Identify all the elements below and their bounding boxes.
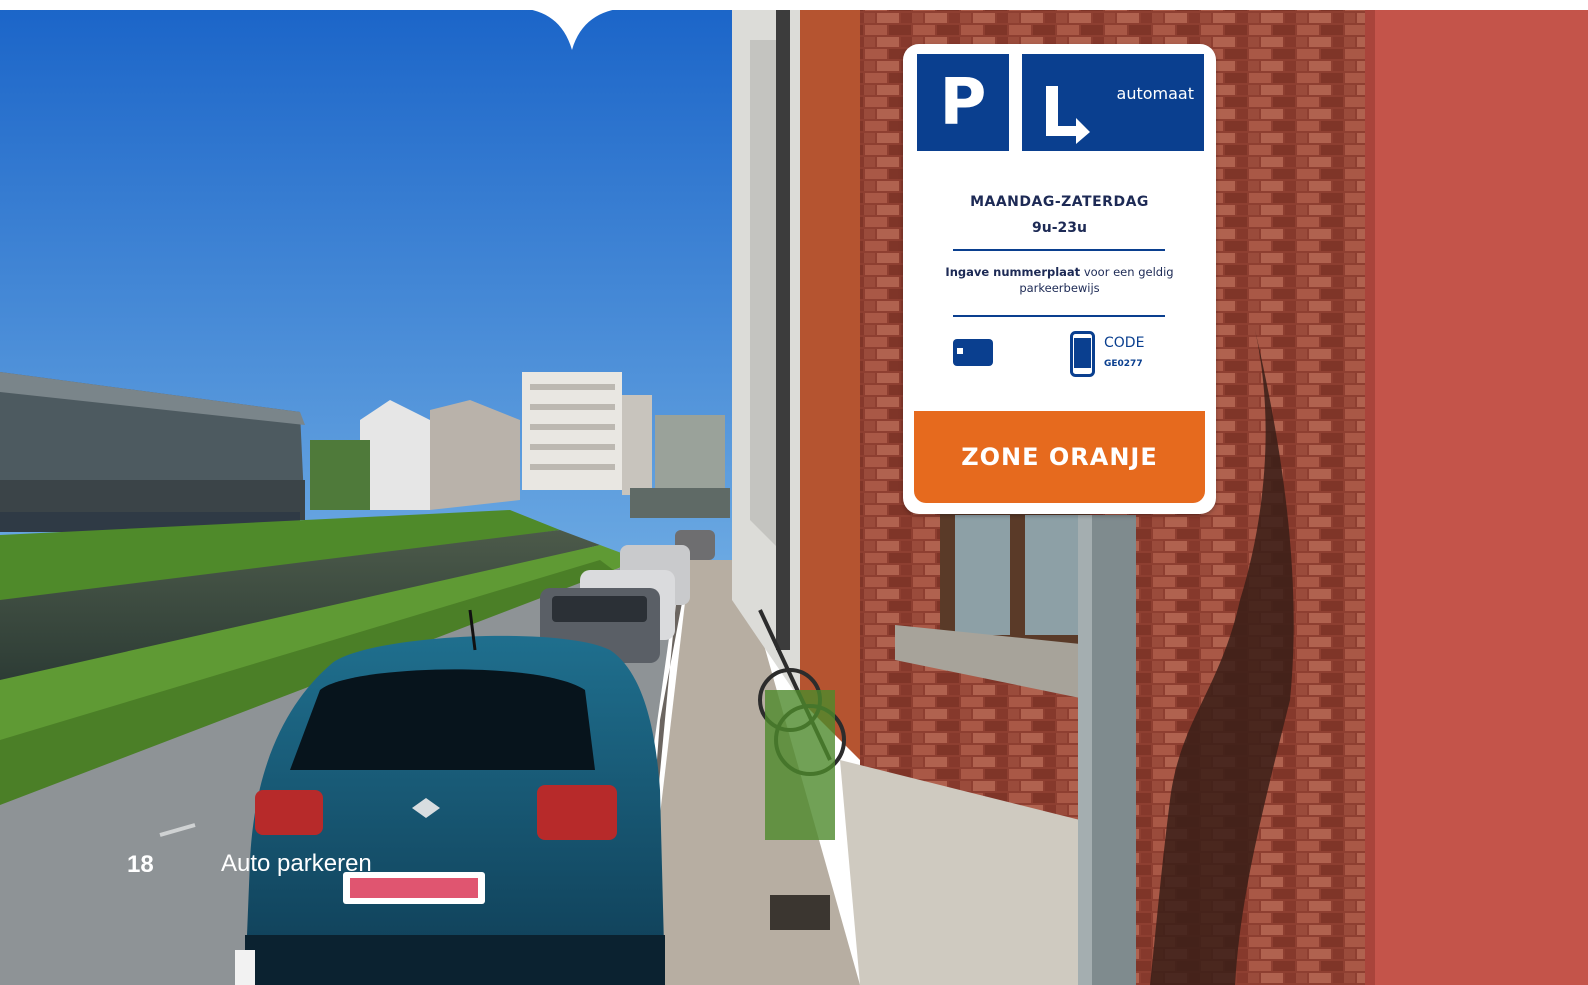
section-title: Auto parkeren: [221, 850, 372, 877]
turn-arrow-icon: [1046, 86, 1090, 144]
sign-days: MAANDAG-ZATERDAG: [970, 194, 1149, 210]
page-top-strip: [0, 0, 1588, 10]
code-label: CODE: [1104, 335, 1145, 351]
sign-instruction: Ingave nummerplaat voor een geldig parke…: [933, 264, 1186, 296]
zone-label: ZONE ORANJE: [914, 411, 1205, 503]
sign-hours: 9u-23u: [1032, 220, 1087, 236]
parking-letter: P: [917, 54, 1009, 151]
phone-icon: [1070, 331, 1095, 377]
page-number: 18: [127, 851, 154, 878]
sign-divider: [953, 249, 1165, 251]
automaat-panel: automaat: [1022, 54, 1204, 151]
card-icon: [953, 339, 993, 366]
code-value: GE0277: [1104, 359, 1143, 369]
page-notch: [520, 0, 625, 50]
parking-sign: P automaat MAANDAG-ZATERDAG 9u-23u Ingav…: [903, 44, 1216, 514]
sign-divider: [953, 315, 1165, 317]
automaat-label: automaat: [1116, 84, 1194, 103]
street-photo: [0, 0, 1588, 985]
instruction-bold: Ingave nummerplaat: [945, 265, 1081, 279]
